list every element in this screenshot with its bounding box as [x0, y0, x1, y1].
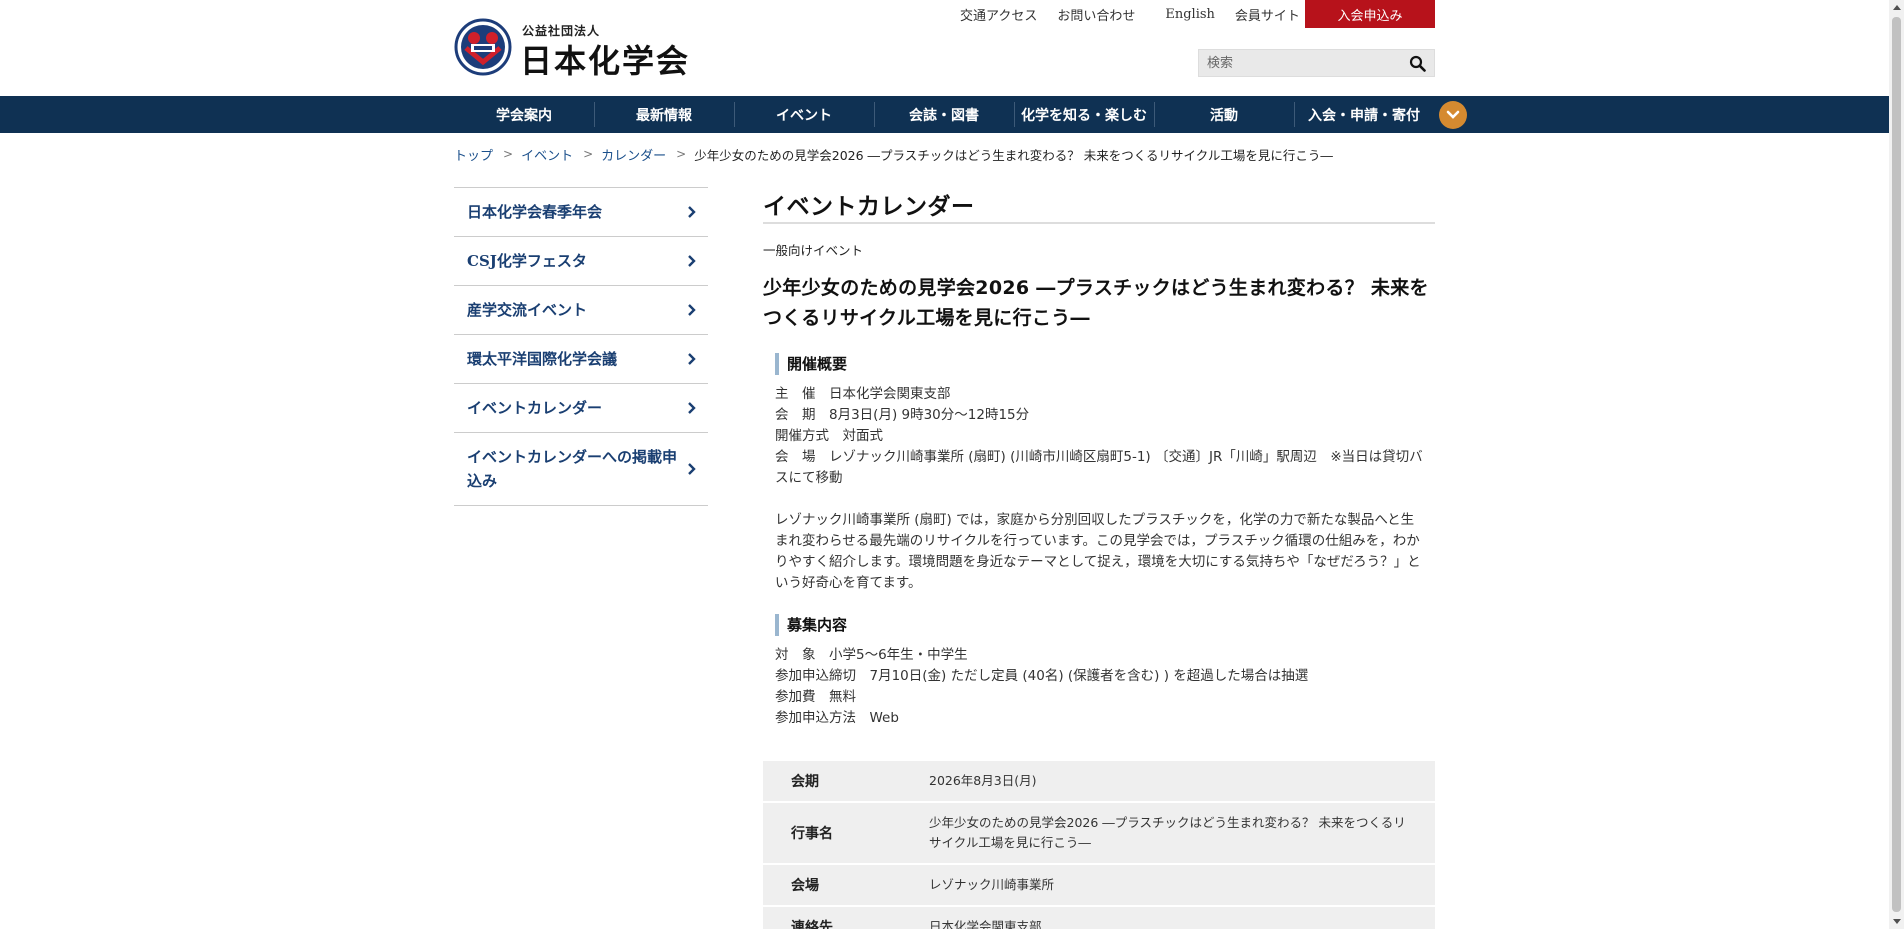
table-row: 行事名 少年少女のための見学会2026 ―プラスチックはどう生まれ変わる？ 未来… [763, 802, 1435, 865]
overview-info: 主 催 日本化学会関東支部 会 期 8月3日(月) 9時30分～12時15分 開… [775, 384, 1435, 489]
triangle-down-icon [1892, 919, 1901, 924]
scroll-down-button[interactable] [1889, 914, 1904, 929]
chevron-right-icon [688, 463, 696, 475]
nav-item-about[interactable]: 学会案内 [454, 96, 594, 133]
search-box [1198, 49, 1435, 77]
nav-item-events[interactable]: イベント [734, 96, 874, 133]
info-period: 会 期 8月3日(月) 9時30分～12時15分 [775, 407, 1030, 423]
scroll-up-button[interactable] [1889, 0, 1904, 15]
breadcrumb-current: 少年少女のための見学会2026 ―プラスチックはどう生まれ変わる？ 未来をつくる… [694, 147, 1333, 163]
table-key: 会場 [763, 864, 929, 907]
breadcrumb-calendar[interactable]: カレンダー [601, 145, 666, 164]
sidebar-item-csj-festa[interactable]: CSJ化学フェスタ [454, 237, 708, 286]
breadcrumb-top[interactable]: トップ [454, 145, 493, 164]
sidebar-item-calendar-submission[interactable]: イベントカレンダーへの掲載申込み [454, 433, 708, 506]
info-fee: 参加費 無料 [775, 689, 856, 705]
sidebar-item-label: イベントカレンダーへの掲載申込み [467, 448, 678, 490]
page-title: イベントカレンダー [763, 187, 1435, 224]
sidebar-item-label: 産学交流イベント [467, 301, 588, 319]
event-detail-table: 会期 2026年8月3日(月) 行事名 少年少女のための見学会2026 ―プラス… [763, 761, 1435, 929]
util-link-member-site[interactable]: 会員サイト [1235, 5, 1300, 24]
table-row: 連絡先 日本化学会関東支部 [763, 906, 1435, 929]
site-logo[interactable]: 公益社団法人 日本化学会 [454, 18, 694, 80]
util-link-contact[interactable]: お問い合わせ [1057, 5, 1135, 24]
sidebar-item-pacifichem[interactable]: 環太平洋国際化学会議 [454, 335, 708, 384]
page-scrollbar[interactable] [1889, 0, 1904, 929]
utility-links: 交通アクセス お問い合わせ English 会員サイト [960, 5, 1320, 24]
info-deadline: 参加申込締切 7月10日(金) ただし定員 (40名) (保護者を含む) ) を… [775, 668, 1309, 684]
table-key: 連絡先 [763, 906, 929, 929]
nav-item-activities[interactable]: 活動 [1154, 96, 1294, 133]
table-row: 会場 レゾナック川崎事業所 [763, 864, 1435, 907]
nav-item-journals[interactable]: 会誌・図書 [874, 96, 1014, 133]
breadcrumb-events[interactable]: イベント [521, 145, 573, 164]
csj-logo-icon [454, 18, 512, 76]
event-title: 少年少女のための見学会2026 ―プラスチックはどう生まれ変わる？ 未来をつくる… [763, 277, 1429, 329]
sidebar-item-label: イベントカレンダー [467, 399, 603, 417]
triangle-up-icon [1892, 5, 1901, 10]
chevron-right-icon: > [676, 147, 687, 161]
table-value: レゾナック川崎事業所 [929, 864, 1435, 907]
sidebar-item-industry-academia[interactable]: 産学交流イベント [454, 286, 708, 335]
sidebar-item-event-calendar[interactable]: イベントカレンダー [454, 384, 708, 433]
table-value: 少年少女のための見学会2026 ―プラスチックはどう生まれ変わる？ 未来をつくる… [929, 802, 1435, 865]
sidebar: 日本化学会春季年会 CSJ化学フェスタ 産学交流イベント 環太平洋国際化学会議 … [454, 187, 708, 506]
info-venue: 会 場 レゾナック川崎事業所 (扇町) (川崎市川崎区扇町5-1) 〔交通〕JR… [775, 449, 1423, 486]
chevron-right-icon [688, 402, 696, 414]
sidebar-item-label: CSJ化学フェスタ [467, 252, 587, 270]
table-key: 行事名 [763, 802, 929, 865]
nav-item-membership[interactable]: 入会・申請・寄付 [1294, 96, 1434, 133]
sidebar-item-label: 日本化学会春季年会 [467, 203, 603, 221]
sidebar-item-annual-meeting[interactable]: 日本化学会春季年会 [454, 188, 708, 237]
scroll-thumb[interactable] [1892, 17, 1901, 912]
event-description: レゾナック川崎事業所 (扇町) では，家庭から分別回収したプラスチックを，化学の… [775, 512, 1421, 591]
nav-item-learn-chemistry[interactable]: 化学を知る・楽しむ [1014, 96, 1154, 133]
info-format: 開催方式 対面式 [775, 428, 883, 444]
main-content: イベントカレンダー 一般向けイベント 少年少女のための見学会2026 ―プラスチ… [763, 187, 1435, 929]
chevron-right-icon: > [503, 147, 514, 161]
nav-item-news[interactable]: 最新情報 [594, 96, 734, 133]
util-link-access[interactable]: 交通アクセス [960, 5, 1037, 24]
search-icon[interactable] [1409, 55, 1426, 72]
chevron-right-icon: > [583, 147, 594, 161]
chevron-right-icon [688, 206, 696, 218]
table-value: 2026年8月3日(月) [929, 761, 1435, 803]
info-method: 参加申込方法 Web [775, 710, 899, 726]
table-value: 日本化学会関東支部 [929, 906, 1435, 929]
chevron-down-icon [1446, 110, 1460, 119]
page: 公益社団法人 日本化学会 交通アクセス お問い合わせ English 会員サイト… [0, 0, 1889, 929]
chevron-right-icon [688, 304, 696, 316]
section-heading-recruitment: 募集内容 [775, 614, 1435, 636]
table-row: 会期 2026年8月3日(月) [763, 761, 1435, 803]
nav-expand-button[interactable] [1439, 101, 1467, 129]
chevron-right-icon [688, 255, 696, 267]
section-heading-overview: 開催概要 [775, 353, 1435, 375]
chevron-right-icon [688, 353, 696, 365]
util-link-english[interactable]: English [1165, 7, 1215, 22]
search-input[interactable] [1199, 50, 1399, 76]
global-nav: 学会案内 最新情報 イベント 会誌・図書 化学を知る・楽しむ 活動 入会・申請・… [0, 96, 1889, 133]
header: 公益社団法人 日本化学会 交通アクセス お問い合わせ English 会員サイト… [0, 0, 1889, 96]
sidebar-item-label: 環太平洋国際化学会議 [467, 350, 618, 368]
table-key: 会期 [763, 761, 929, 803]
logo-title: 日本化学会 [520, 42, 691, 80]
breadcrumb: トップ > イベント > カレンダー > 少年少女のための見学会2026 ―プラ… [454, 145, 1333, 164]
join-button[interactable]: 入会申込み [1305, 0, 1435, 28]
info-target: 対 象 小学5～6年生・中学生 [775, 647, 968, 663]
info-organizer: 主 催 日本化学会関東支部 [775, 386, 951, 402]
recruitment-info: 対 象 小学5～6年生・中学生 参加申込締切 7月10日(金) ただし定員 (4… [775, 645, 1435, 729]
event-category: 一般向けイベント [763, 243, 864, 258]
